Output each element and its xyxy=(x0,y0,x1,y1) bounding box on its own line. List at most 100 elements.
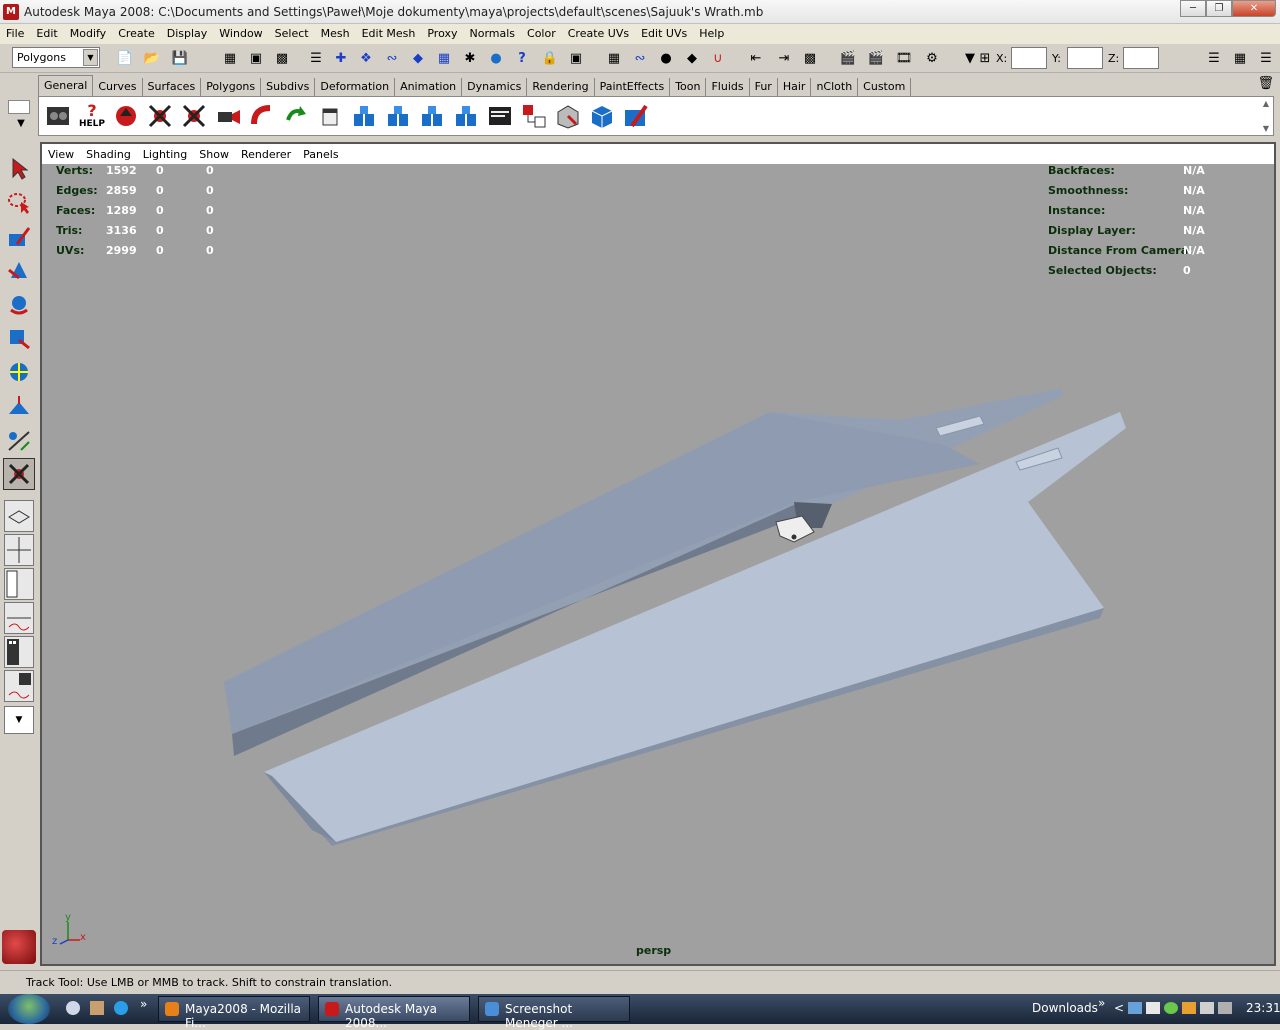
undo-select-icon[interactable] xyxy=(111,101,141,131)
open-scene-icon[interactable]: 📂 xyxy=(142,49,162,67)
tab-custom[interactable]: Custom xyxy=(858,78,912,96)
output-ops-icon[interactable]: ⇥ xyxy=(774,49,794,67)
shelf-scroll-down-icon[interactable]: ▼ xyxy=(1263,124,1269,133)
menu-edit-uvs[interactable]: Edit UVs xyxy=(635,25,693,43)
z-field[interactable] xyxy=(1123,47,1159,69)
render-frame-icon[interactable]: 🎬 xyxy=(838,49,858,67)
messenger-icon[interactable] xyxy=(1164,1002,1178,1014)
menu-proxy[interactable]: Proxy xyxy=(421,25,463,43)
select-hierarchy-icon[interactable]: ▦ xyxy=(220,49,240,67)
hypergraph-icon[interactable] xyxy=(519,101,549,131)
select-tool-icon[interactable] xyxy=(3,152,35,184)
quicklaunch-maya-icon[interactable] xyxy=(90,1001,104,1015)
tab-general[interactable]: General xyxy=(38,75,94,96)
hierarchy-blue-icon-4[interactable] xyxy=(451,101,481,131)
layout-graph-outliner-icon[interactable] xyxy=(4,670,34,702)
shelf-menu[interactable]: ▼ xyxy=(8,100,34,136)
trash-icon[interactable]: 🗑 xyxy=(1257,76,1274,91)
snap-points-toggle-icon[interactable]: ● xyxy=(656,49,676,67)
render-globe-icon[interactable]: ● xyxy=(486,49,506,67)
yahoo-icon[interactable] xyxy=(1146,1002,1160,1014)
magnet-icon[interactable]: ∪ xyxy=(708,49,728,67)
lock-icon[interactable]: 🔒 xyxy=(540,49,560,67)
tab-deformation[interactable]: Deformation xyxy=(315,78,396,96)
tab-curves[interactable]: Curves xyxy=(93,78,143,96)
show-manipulator-icon[interactable] xyxy=(3,424,35,456)
channel-box-icon[interactable]: ☰ xyxy=(1256,49,1276,67)
y-field[interactable] xyxy=(1067,47,1103,69)
clock[interactable]: 23:31 xyxy=(1246,1001,1280,1015)
menu-window[interactable]: Window xyxy=(213,25,268,43)
display-icon[interactable] xyxy=(1200,1002,1214,1014)
menu-mesh[interactable]: Mesh xyxy=(315,25,356,43)
snap-grid-toggle-icon[interactable]: ▦ xyxy=(604,49,624,67)
tab-painteffects[interactable]: PaintEffects xyxy=(595,78,671,96)
input-ops-icon[interactable]: ⇤ xyxy=(746,49,766,67)
tab-polygons[interactable]: Polygons xyxy=(201,78,262,96)
taskbar-app-firefox[interactable]: Maya2008 - Mozilla Fi... xyxy=(158,996,310,1030)
paint-select-tool-icon[interactable] xyxy=(3,220,35,252)
downloads-toolbar[interactable]: Downloads xyxy=(1032,1001,1098,1015)
shelf-tab-menu-icon[interactable] xyxy=(8,100,30,114)
layout-options-dropdown[interactable]: ▼ xyxy=(4,706,34,734)
save-scene-icon[interactable]: 💾 xyxy=(170,49,190,67)
menu-display[interactable]: Display xyxy=(161,25,214,43)
quicklaunch-skype-icon[interactable] xyxy=(114,1001,128,1015)
shelf-options-icon[interactable]: ▼ xyxy=(8,118,34,129)
taskbar-app-screenshot[interactable]: Screenshot Meneger ... xyxy=(478,996,630,1030)
select-component-icon[interactable]: ▩ xyxy=(272,49,292,67)
layout-persp-graph-icon[interactable] xyxy=(4,602,34,634)
snap-curves-toggle-icon[interactable]: ∾ xyxy=(630,49,650,67)
tab-animation[interactable]: Animation xyxy=(395,78,463,96)
hierarchy-blue-icon-3[interactable] xyxy=(417,101,447,131)
lasso-tool-icon[interactable] xyxy=(3,186,35,218)
toolbar-more-icon[interactable]: » xyxy=(1098,996,1105,1010)
menu-normals[interactable]: Normals xyxy=(463,25,521,43)
layout-single-pane-icon[interactable] xyxy=(4,500,34,532)
attribute-editor-icon[interactable]: ☰ xyxy=(1204,49,1224,67)
help-icon[interactable]: ? HELP xyxy=(77,101,107,131)
select-lock-icon[interactable]: ▣ xyxy=(566,49,586,67)
paint-tool-icon[interactable] xyxy=(621,101,651,131)
tab-toon[interactable]: Toon xyxy=(670,78,707,96)
camera-icon[interactable] xyxy=(213,101,243,131)
universal-manipulator-icon[interactable] xyxy=(3,356,35,388)
close-button[interactable]: ✕ xyxy=(1232,0,1276,17)
tab-fluids[interactable]: Fluids xyxy=(706,78,750,96)
make-live-icon[interactable]: ▦ xyxy=(434,49,454,67)
render-globals-icon[interactable]: ⚙ xyxy=(922,49,942,67)
mask-dropdown-icon[interactable]: ☰ xyxy=(306,49,326,67)
restore-button[interactable]: ❐ xyxy=(1206,0,1232,17)
menu-create-uvs[interactable]: Create UVs xyxy=(562,25,635,43)
ipr-render-icon[interactable]: 🎬 xyxy=(866,49,886,67)
menu-modify[interactable]: Modify xyxy=(64,25,112,43)
history-icon[interactable]: ✱ xyxy=(460,49,480,67)
lattice-cube-icon[interactable] xyxy=(315,101,345,131)
snap-grid-icon[interactable]: ✚ xyxy=(331,49,351,67)
tab-fur[interactable]: Fur xyxy=(750,78,778,96)
menu-color[interactable]: Color xyxy=(521,25,562,43)
scale-tool-icon[interactable] xyxy=(3,322,35,354)
help-question-icon[interactable]: ? xyxy=(512,49,532,67)
hierarchy-blue-icon-1[interactable] xyxy=(349,101,379,131)
tool-settings-icon[interactable]: ▦ xyxy=(1230,49,1250,67)
menu-create[interactable]: Create xyxy=(112,25,161,43)
hierarchy-blue-icon-2[interactable] xyxy=(383,101,413,131)
quicklaunch-more-icon[interactable]: » xyxy=(140,997,147,1011)
viewport-panel[interactable]: View Shading Lighting Show Renderer Pane… xyxy=(40,142,1276,966)
redo-arrow-icon[interactable] xyxy=(281,101,311,131)
blue-cube-icon[interactable] xyxy=(587,101,617,131)
select-object-icon[interactable]: ▣ xyxy=(246,49,266,67)
snap-view-plane-icon[interactable]: ◆ xyxy=(408,49,428,67)
menu-set-dropdown[interactable]: Polygons ▼ xyxy=(12,47,100,68)
snap-point-icon[interactable]: ∾ xyxy=(382,49,402,67)
windows-start-icon[interactable] xyxy=(8,994,50,1024)
ik-handle-icon[interactable] xyxy=(179,101,209,131)
menu-help[interactable]: Help xyxy=(693,25,730,43)
layout-four-panes-icon[interactable] xyxy=(4,534,34,566)
film-icon[interactable] xyxy=(43,101,73,131)
tab-surfaces[interactable]: Surfaces xyxy=(143,78,202,96)
tab-subdivs[interactable]: Subdivs xyxy=(261,78,316,96)
model-mesh[interactable] xyxy=(42,144,1274,964)
soft-mod-tool-icon[interactable] xyxy=(3,390,35,422)
